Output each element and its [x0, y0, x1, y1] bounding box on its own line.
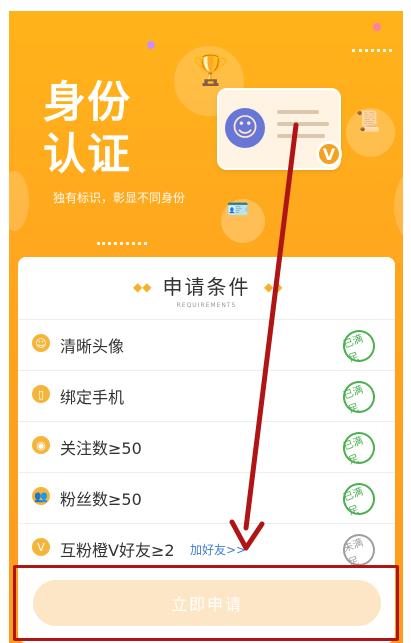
- submit-area: 立即申请: [13, 565, 398, 639]
- id-card-icon: 🪪: [226, 198, 250, 220]
- status-stamp: 已满足: [338, 376, 380, 418]
- user-avatar-icon: ☺: [225, 108, 265, 148]
- apply-now-button[interactable]: 立即申请: [33, 580, 381, 626]
- status-stamp: 已满足: [338, 478, 380, 520]
- status-stamp: 已满足: [338, 325, 380, 367]
- decor-wave: [352, 49, 392, 60]
- v-badge-icon: V: [316, 141, 342, 167]
- decor-circle: [394, 161, 403, 251]
- panel-title: 申请条件: [162, 275, 251, 299]
- hero-title: 身份 认证: [43, 78, 131, 180]
- decor-circle: [9, 171, 29, 231]
- condition-label: 粉丝数≥50: [60, 490, 142, 509]
- condition-label: 绑定手机: [60, 388, 125, 407]
- condition-label: 清晰头像: [60, 337, 125, 356]
- avatar-icon: ☺: [32, 334, 50, 352]
- condition-label: 互粉橙V好友≥2: [60, 541, 175, 560]
- panel-header: 申请条件 REQUIREMENTS: [18, 271, 395, 309]
- arrow-deco-icon: ◆◆: [264, 280, 283, 294]
- condition-label: 关注数≥50: [60, 439, 142, 458]
- status-stamp: 已满足: [338, 427, 380, 469]
- phone-icon: ▯: [32, 385, 50, 403]
- decor-wave: [97, 242, 147, 253]
- certificate-icon: 📜: [355, 109, 381, 133]
- eye-icon: ◉: [32, 436, 50, 454]
- condition-row-avatar: ☺ 清晰头像 已满足: [18, 319, 395, 370]
- trophy-icon: 🏆: [192, 52, 230, 88]
- decor-dot: [373, 23, 381, 31]
- fans-icon: 👥: [32, 487, 50, 505]
- add-friend-link[interactable]: 加好友>>: [190, 541, 246, 558]
- decor-dot: [147, 41, 155, 49]
- panel-subtitle: REQUIREMENTS: [176, 302, 237, 309]
- hero-subtitle: 独有标识，彰显不同身份: [53, 191, 186, 205]
- condition-row-fans: 👥 粉丝数≥50 已满足: [18, 472, 395, 523]
- v-icon: V: [32, 538, 50, 556]
- condition-row-follow: ◉ 关注数≥50 已满足: [18, 421, 395, 472]
- condition-row-phone: ▯ 绑定手机 已满足: [18, 370, 395, 421]
